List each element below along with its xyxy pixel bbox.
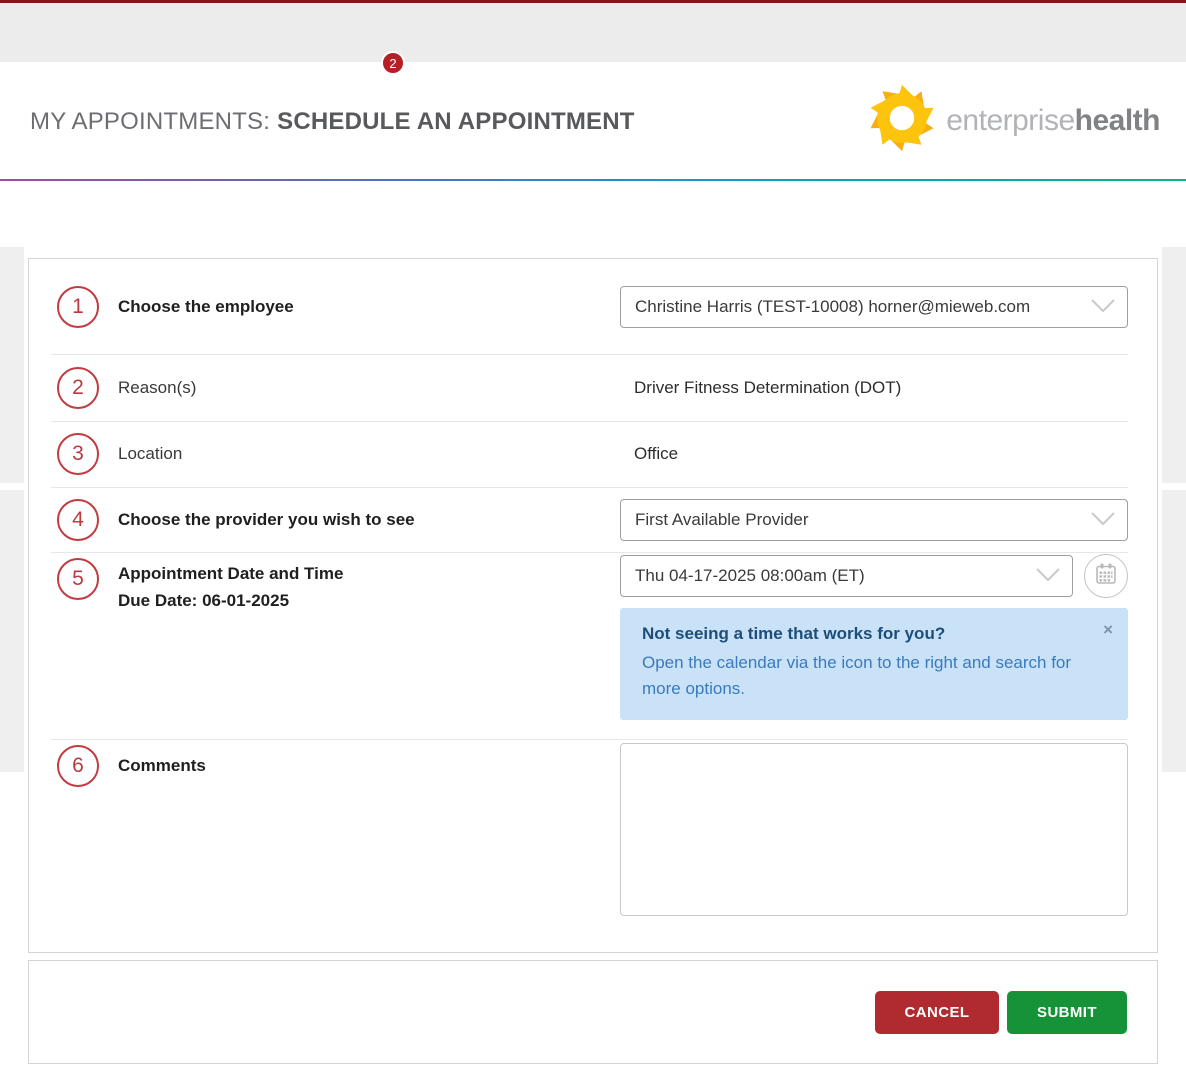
appointment-form-panel: 1 Choose the employee Christine Harris (… <box>28 258 1158 953</box>
form-row-comments: 6 Comments <box>29 739 1157 952</box>
chevron-down-icon <box>1091 510 1115 530</box>
location-value: Office <box>620 444 1128 464</box>
step-number-circle: 3 <box>57 433 99 475</box>
step-number-circle: 5 <box>57 558 99 600</box>
logo-text: enterprisehealth <box>946 104 1160 138</box>
form-row-datetime: 5 Appointment Date and Time Due Date: 06… <box>29 552 1157 739</box>
comments-label: Comments <box>118 756 206 776</box>
infobox-title: Not seeing a time that works for you? <box>642 624 1114 644</box>
provider-select-value: First Available Provider <box>635 510 809 530</box>
datetime-select-value: Thu 04-17-2025 08:00am (ET) <box>635 566 865 586</box>
logo-text-bold: health <box>1075 104 1160 137</box>
time-help-infobox: Not seeing a time that works for you? Op… <box>620 608 1128 720</box>
form-row-location: 3 Location Office <box>29 421 1157 487</box>
datetime-label-group: Appointment Date and Time Due Date: 06-0… <box>118 560 343 614</box>
header-gradient-divider <box>0 179 1186 181</box>
background-strip <box>1162 247 1186 483</box>
provider-label: Choose the provider you wish to see <box>118 510 415 530</box>
reasons-value: Driver Fitness Determination (DOT) <box>620 378 1128 398</box>
form-row-provider: 4 Choose the provider you wish to see Fi… <box>29 487 1157 552</box>
notification-count-badge: 2 <box>381 51 405 75</box>
form-row-reasons: 2 Reason(s) Driver Fitness Determination… <box>29 354 1157 421</box>
top-accent-line <box>0 0 1186 3</box>
page-title: MY APPOINTMENTS: SCHEDULE AN APPOINTMENT <box>30 108 635 136</box>
page-title-prefix: MY APPOINTMENTS: <box>30 108 270 135</box>
comments-label-group: 6 Comments <box>29 745 206 787</box>
chevron-down-icon <box>1091 297 1115 317</box>
employee-label: Choose the employee <box>118 297 294 317</box>
employee-select[interactable]: Christine Harris (TEST-10008) horner@mie… <box>620 286 1128 328</box>
submit-button[interactable]: SUBMIT <box>1007 991 1127 1034</box>
step-number-circle: 6 <box>57 745 99 787</box>
infobox-body: Open the calendar via the icon to the ri… <box>642 650 1084 702</box>
sun-logo-icon <box>864 80 940 161</box>
background-strip <box>0 247 24 483</box>
background-strip <box>1162 490 1186 772</box>
location-label: Location <box>118 444 182 464</box>
reasons-label: Reason(s) <box>118 378 196 398</box>
form-action-bar: CANCEL SUBMIT <box>28 960 1158 1064</box>
provider-select[interactable]: First Available Provider <box>620 499 1128 541</box>
page-title-main: SCHEDULE AN APPOINTMENT <box>277 108 635 135</box>
comments-textarea[interactable] <box>620 743 1128 916</box>
logo-text-light: enterprise <box>946 104 1074 137</box>
background-strip <box>0 490 24 772</box>
calendar-icon <box>1094 562 1118 591</box>
datetime-label: Appointment Date and Time <box>118 560 343 587</box>
close-icon[interactable]: × <box>1103 621 1113 638</box>
step-number-circle: 4 <box>57 499 99 541</box>
cancel-button[interactable]: CANCEL <box>875 991 999 1034</box>
open-calendar-button[interactable] <box>1084 554 1128 598</box>
form-row-employee: 1 Choose the employee Christine Harris (… <box>29 259 1157 354</box>
step-number-circle: 2 <box>57 367 99 409</box>
top-bar <box>0 0 1186 62</box>
step-number-circle: 1 <box>57 286 99 328</box>
chevron-down-icon <box>1036 566 1060 586</box>
due-date-label: Due Date: 06-01-2025 <box>118 587 343 614</box>
employee-select-value: Christine Harris (TEST-10008) horner@mie… <box>635 297 1030 317</box>
enterprise-health-logo: enterprisehealth <box>864 80 1160 161</box>
datetime-select[interactable]: Thu 04-17-2025 08:00am (ET) <box>620 555 1073 597</box>
